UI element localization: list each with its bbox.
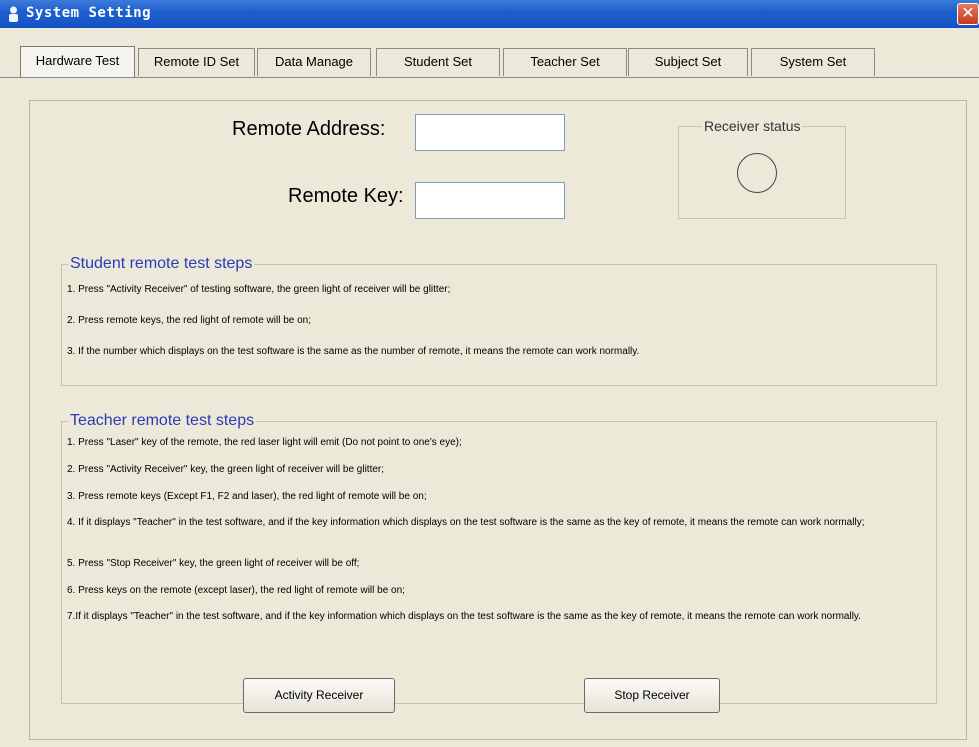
student-steps-title: Student remote test steps [68, 255, 255, 273]
teacher-step-item: 1. Press "Laser" key of the remote, the … [67, 437, 462, 448]
tab-label: Remote ID Set [153, 54, 240, 69]
stop-receiver-button[interactable]: Stop Receiver [584, 678, 720, 713]
remote-address-label: Remote Address: [232, 118, 386, 140]
tab-hardware-test[interactable]: Hardware Test [20, 46, 135, 78]
student-step-item: 1. Press "Activity Receiver" of testing … [67, 284, 451, 295]
teacher-step-item: 4. If it displays "Teacher" in the test … [67, 517, 865, 528]
tab-label: Teacher Set [530, 54, 600, 69]
teacher-step-item: 3. Press remote keys (Except F1, F2 and … [67, 491, 427, 502]
tab-label: Subject Set [654, 54, 722, 69]
receiver-status-indicator [737, 153, 777, 193]
tab-subject-set[interactable]: Subject Set [628, 48, 748, 76]
teacher-step-item: 5. Press "Stop Receiver" key, the green … [67, 558, 360, 569]
app-icon [9, 6, 18, 22]
tab-teacher-set[interactable]: Teacher Set [503, 48, 627, 76]
tab-remote-id-set[interactable]: Remote ID Set [138, 48, 255, 76]
student-step-item: 2. Press remote keys, the red light of r… [67, 315, 311, 326]
receiver-status-title: Receiver status [702, 118, 803, 134]
tab-label: Data Manage [274, 54, 354, 69]
teacher-steps-title: Teacher remote test steps [68, 412, 257, 430]
close-icon: ✕ [961, 5, 975, 22]
tab-data-manage[interactable]: Data Manage [257, 48, 371, 76]
tab-system-set[interactable]: System Set [751, 48, 875, 76]
remote-key-label: Remote Key: [288, 185, 404, 207]
student-step-item: 3. If the number which displays on the t… [67, 346, 640, 357]
activity-receiver-button[interactable]: Activity Receiver [243, 678, 395, 713]
tab-divider [0, 77, 979, 78]
tab-label: Hardware Test [35, 53, 120, 68]
window-title: System Setting [26, 5, 152, 21]
teacher-step-item: 7.If it displays "Teacher" in the test s… [67, 611, 861, 622]
tab-label: Student Set [404, 54, 472, 69]
activity-receiver-label: Activity Receiver [274, 688, 364, 702]
remote-address-input[interactable] [415, 114, 565, 151]
tab-student-set[interactable]: Student Set [376, 48, 500, 76]
tab-label: System Set [779, 54, 847, 69]
remote-key-input[interactable] [415, 182, 565, 219]
close-button[interactable]: ✕ [957, 3, 979, 25]
teacher-step-item: 2. Press "Activity Receiver" key, the gr… [67, 464, 385, 475]
stop-receiver-label: Stop Receiver [614, 688, 690, 702]
title-bar[interactable]: System Setting ✕ [0, 0, 979, 28]
teacher-step-item: 6. Press keys on the remote (except lase… [67, 585, 405, 596]
